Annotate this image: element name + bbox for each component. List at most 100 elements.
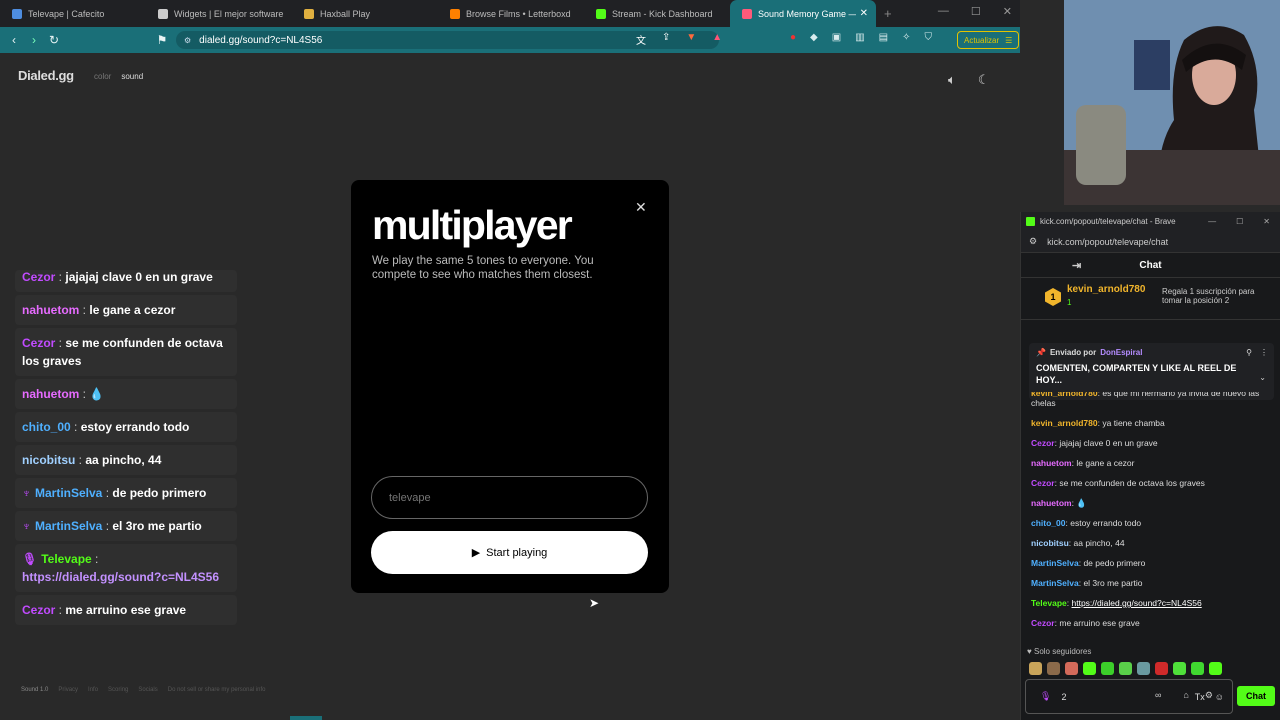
sidebar-icon[interactable]: ▥ <box>855 32 864 43</box>
start-label: Start playing <box>486 546 548 559</box>
reload-icon[interactable]: ↻ <box>44 33 64 47</box>
link-icon[interactable]: ∞ <box>1155 690 1161 701</box>
footer-privacy[interactable]: Privacy <box>58 687 78 693</box>
chevron-down-icon[interactable]: ⌄ <box>1259 373 1266 382</box>
chat-username[interactable]: Televape <box>1031 598 1067 608</box>
send-chat-button[interactable]: Chat <box>1237 686 1275 706</box>
start-playing-button[interactable]: ▶ Start playing <box>371 531 648 574</box>
chat-text: 💧 <box>1076 498 1087 508</box>
unpin-icon[interactable]: ⚲ <box>1246 348 1252 357</box>
chat-username[interactable]: Cezor <box>1031 438 1055 448</box>
overlay-message: ♆ MartinSelva : el 3ro me partio <box>15 511 237 541</box>
maximize-icon[interactable]: ☐ <box>971 5 981 18</box>
emote[interactable] <box>1173 662 1186 675</box>
emote[interactable] <box>1119 662 1132 675</box>
modal-title: multiplayer <box>372 202 573 248</box>
chat-username[interactable]: nicobitsu <box>1031 538 1069 548</box>
chat-username[interactable]: Cezor <box>1031 478 1055 488</box>
translate-icon[interactable]: 文 <box>636 32 646 47</box>
update-button[interactable]: Actualizar ☰ <box>957 31 1020 49</box>
tab-favicon-icon <box>304 8 314 19</box>
emote-row <box>1029 662 1222 675</box>
overlay-text: le gane a cezor <box>89 303 176 317</box>
emote[interactable] <box>1209 662 1222 675</box>
volume-icon[interactable]: 🔈︎ <box>948 72 956 88</box>
chat-message: nicobitsu: aa pincho, 44 <box>1031 538 1125 548</box>
pin-icon: 📌 <box>1036 348 1046 357</box>
tab-0[interactable]: Televape | Cafecito <box>0 0 146 27</box>
tab-1[interactable]: Widgets | El mejor software para <box>146 0 292 27</box>
brave-shield-icon[interactable]: ▼ <box>686 32 696 47</box>
site-info-icon[interactable]: ⚙ <box>184 36 191 45</box>
tab-5[interactable]: Sound Memory Game — H ✕ <box>730 0 876 27</box>
emote[interactable] <box>1191 662 1204 675</box>
new-tab-icon[interactable]: + <box>884 6 892 21</box>
vpn-icon[interactable]: ⛉ <box>925 32 933 43</box>
wallet-icon[interactable]: ▤ <box>879 32 888 43</box>
footer-do-not-sell[interactable]: Do not sell or share my personal info <box>168 687 266 693</box>
emote[interactable] <box>1083 662 1096 675</box>
gift-sub-prompt[interactable]: Regala 1 suscripción para tomar la posic… <box>1162 287 1272 305</box>
bookmark-icon[interactable]: ⚑ <box>152 33 172 47</box>
chat-username[interactable]: nahuetom <box>1031 498 1072 508</box>
webcam-image <box>1064 0 1280 205</box>
nav-color[interactable]: color <box>94 72 111 81</box>
emote[interactable] <box>1101 662 1114 675</box>
overlay-text: estoy errando todo <box>80 420 190 434</box>
site-info-icon[interactable]: ⚙ <box>1029 236 1037 247</box>
chat-window-urlbar[interactable]: ⚙ kick.com/popout/televape/chat <box>1021 231 1280 253</box>
leo-icon[interactable]: ✧ <box>902 32 910 43</box>
chat-header-title: Chat <box>1139 259 1162 271</box>
chat-message: MartinSelva: de pedo primero <box>1031 558 1146 568</box>
store-icon[interactable]: ⌂ <box>1183 690 1188 701</box>
chat-text[interactable]: https://dialed.gg/sound?c=NL4S56 <box>1072 598 1202 608</box>
screenshot-icon[interactable]: ▣ <box>832 32 841 43</box>
nav-sound[interactable]: sound <box>121 72 143 81</box>
footer-scoring[interactable]: Scoring <box>108 687 128 693</box>
more-options-icon[interactable]: ⋮ <box>1260 348 1268 357</box>
top-gifter-name[interactable]: kevin_arnold780 <box>1067 284 1145 295</box>
followers-only-notice: ♥ Solo seguidores <box>1027 647 1091 656</box>
chat-username[interactable]: chito_00 <box>1031 518 1066 528</box>
overlay-username: MartinSelva <box>35 486 103 500</box>
chat-username[interactable]: nahuetom <box>1031 458 1072 468</box>
extension-red-icon[interactable]: ● <box>790 32 796 43</box>
name-input[interactable] <box>371 476 648 519</box>
back-icon[interactable]: ‹ <box>4 33 24 47</box>
site-logo[interactable]: Dialed.gg <box>18 68 74 83</box>
extension-icon[interactable]: ◆ <box>810 32 818 43</box>
close-tab-icon[interactable]: ✕ <box>860 8 868 19</box>
close-window-icon[interactable]: ✕ <box>1003 5 1012 18</box>
minimize-icon[interactable]: — <box>1208 217 1216 226</box>
maximize-icon[interactable]: ☐ <box>1236 217 1243 226</box>
chat-username[interactable]: kevin_arnold780 <box>1031 418 1098 428</box>
close-window-icon[interactable]: ✕ <box>1263 217 1270 226</box>
emote[interactable] <box>1155 662 1168 675</box>
footer-info[interactable]: Info <box>88 687 98 693</box>
chat-username[interactable]: Cezor <box>1031 618 1055 628</box>
overlay-username: Cezor <box>22 603 56 617</box>
collapse-chat-icon[interactable]: ⇥ <box>1072 259 1081 272</box>
emote[interactable] <box>1137 662 1150 675</box>
emoji-icon[interactable]: ☺ <box>1215 692 1224 702</box>
emote[interactable] <box>1029 662 1042 675</box>
emote[interactable] <box>1047 662 1060 675</box>
tab-4[interactable]: Stream - Kick Dashboard <box>584 0 730 27</box>
emote[interactable] <box>1065 662 1078 675</box>
chat-username[interactable]: MartinSelva <box>1031 558 1079 568</box>
overlay-username: nahuetom <box>22 303 80 317</box>
close-icon[interactable]: ✕ <box>635 199 647 216</box>
tab-2[interactable]: Haxball Play <box>292 0 438 27</box>
settings-icon[interactable]: ⚙ <box>1205 690 1213 701</box>
forward-icon[interactable]: › <box>24 33 44 47</box>
tab-favicon-icon <box>450 8 460 19</box>
overlay-message: Cezor : se me confunden de octava los gr… <box>15 328 237 376</box>
chat-username[interactable]: MartinSelva <box>1031 578 1079 588</box>
dark-mode-icon[interactable]: ☾ <box>978 72 990 88</box>
tab-3[interactable]: Browse Films • Letterboxd <box>438 0 584 27</box>
minimize-icon[interactable]: — <box>938 5 949 18</box>
pinned-by-user[interactable]: DonEspiral <box>1100 348 1142 357</box>
rewards-icon[interactable]: ▲ <box>712 32 722 47</box>
share-icon[interactable]: ⇪ <box>662 32 670 47</box>
footer-socials[interactable]: Socials <box>138 687 157 693</box>
